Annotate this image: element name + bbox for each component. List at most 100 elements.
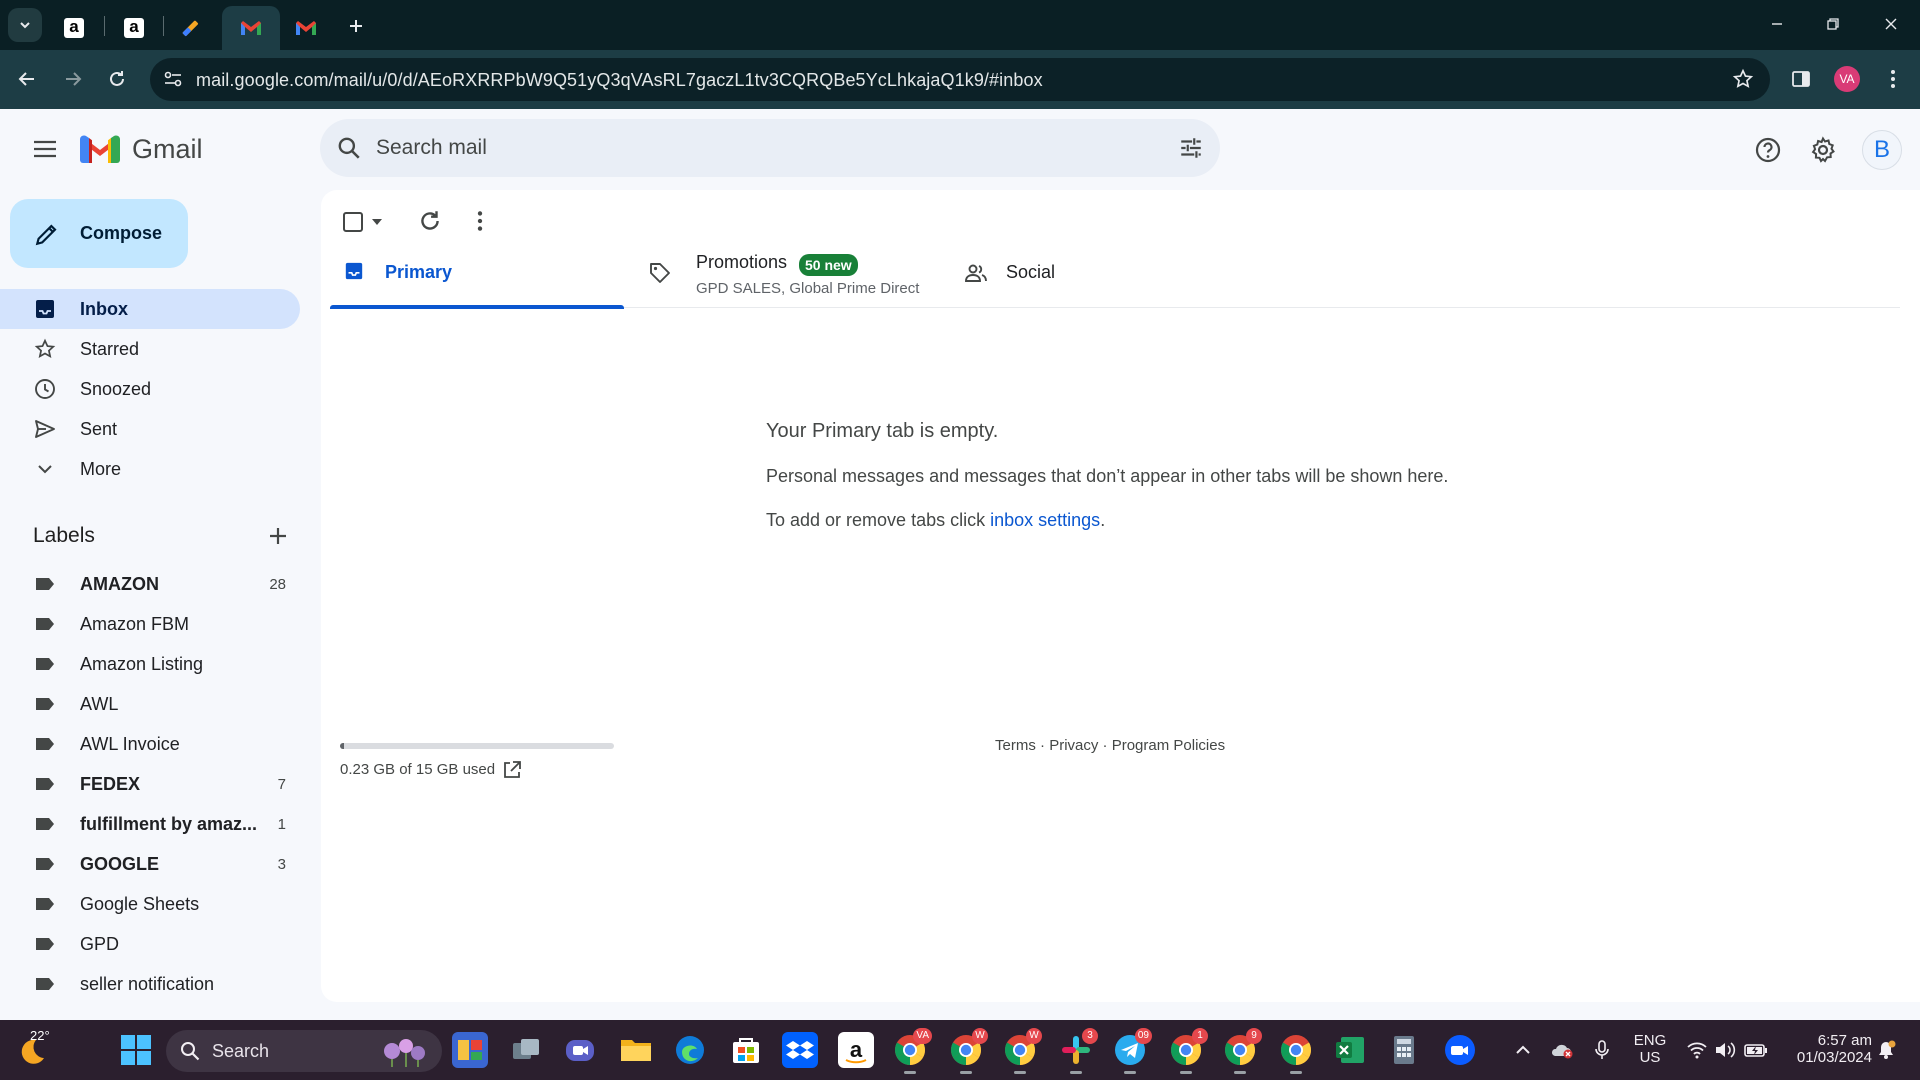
gmail-logo-icon[interactable] (80, 133, 120, 163)
bookmark-star-icon[interactable] (1732, 68, 1754, 90)
label-item[interactable]: AWL Invoice (0, 724, 300, 764)
gmail-wordmark[interactable]: Gmail (132, 134, 203, 165)
taskbar-teams-chat[interactable] (562, 1032, 598, 1068)
forward-button[interactable] (56, 62, 90, 96)
windows-taskbar: 22° Search a VA W W 3 09 1 9 ENG US 6:57 am 01… (0, 1020, 1920, 1080)
label-unread-count: 3 (277, 856, 286, 873)
main-menu-button[interactable] (26, 130, 64, 168)
close-window-button[interactable] (1866, 6, 1916, 42)
weather-temperature: 22° (30, 1028, 50, 1043)
settings-button[interactable] (1803, 130, 1843, 170)
tab-amazon-2[interactable]: a (108, 6, 160, 50)
label-item[interactable]: Amazon FBM (0, 604, 300, 644)
taskbar-edge[interactable] (672, 1032, 708, 1068)
privacy-link[interactable]: Privacy (1049, 737, 1098, 754)
taskbar-dropbox[interactable] (782, 1032, 818, 1068)
external-link-icon[interactable] (502, 760, 522, 780)
browser-menu-button[interactable] (1876, 62, 1910, 96)
taskbar-task-view[interactable] (508, 1032, 544, 1068)
app-notification-badge: W (972, 1028, 988, 1044)
label-item[interactable]: FEDEX 7 (0, 764, 300, 804)
nav-item-label: Inbox (80, 298, 128, 319)
input-language[interactable]: ENG US (1630, 1032, 1670, 1066)
side-panel-button[interactable] (1784, 62, 1818, 96)
label-unread-count: 1 (277, 816, 286, 833)
taskbar-store[interactable] (728, 1032, 764, 1068)
search-input[interactable] (374, 129, 1134, 167)
nav-item-more[interactable]: More (0, 449, 300, 489)
taskbar-file-explorer[interactable] (618, 1032, 654, 1068)
footer-separator: · (1035, 737, 1050, 754)
label-item[interactable]: AMAZON 28 (0, 564, 300, 604)
label-tag-icon (36, 938, 54, 950)
label-item[interactable]: Google Sheets (0, 884, 300, 924)
start-button[interactable] (116, 1030, 156, 1070)
tab-social-label: Social (1006, 262, 1056, 282)
taskbar-chrome-profile-4[interactable]: 1 (1168, 1028, 1208, 1074)
battery-charging-icon[interactable] (1744, 1042, 1768, 1058)
minimize-button[interactable] (1752, 6, 1802, 42)
taskbar-clock[interactable]: 6:57 am 01/03/2024 (1782, 1032, 1872, 1066)
taskbar-telegram[interactable]: 09 (1112, 1028, 1152, 1074)
taskbar-chrome-profile-2[interactable]: W (948, 1028, 988, 1074)
nav-item-starred[interactable]: Starred (0, 329, 300, 369)
taskbar-chrome-profile-5[interactable]: 9 (1222, 1028, 1262, 1074)
notification-bell-icon[interactable] (1876, 1040, 1896, 1060)
tab-amazon-1[interactable]: a (48, 6, 100, 50)
tab-social[interactable]: Social (944, 228, 1238, 308)
taskbar-app-widgets[interactable] (452, 1032, 488, 1068)
program-policies-link[interactable]: Program Policies (1112, 737, 1225, 754)
tab-primary[interactable]: Primary (330, 228, 624, 309)
label-item[interactable]: AWL (0, 684, 300, 724)
create-label-button[interactable] (264, 522, 292, 550)
taskbar-zoom[interactable] (1442, 1032, 1478, 1068)
tab-gmail-2[interactable] (280, 6, 332, 50)
label-item[interactable]: GPD (0, 924, 300, 964)
running-indicator (1180, 1071, 1192, 1074)
tab-gmail-active[interactable] (222, 6, 280, 50)
label-item[interactable]: Amazon Listing (0, 644, 300, 684)
terms-link[interactable]: Terms (995, 737, 1036, 754)
chevron-up-icon[interactable] (1514, 1041, 1532, 1059)
tab-zapier[interactable] (164, 6, 216, 50)
search-options-icon[interactable] (1178, 135, 1204, 161)
nav-item-inbox[interactable]: Inbox (0, 289, 300, 329)
chrome-icon (1280, 1035, 1312, 1065)
taskbar-excel[interactable] (1332, 1032, 1368, 1068)
onedrive-offline-icon[interactable] (1550, 1040, 1574, 1060)
inbox-settings-link[interactable]: inbox settings (990, 510, 1100, 530)
nav-item-sent[interactable]: Sent (0, 409, 300, 449)
compose-button[interactable]: Compose (10, 199, 188, 268)
microphone-icon[interactable] (1594, 1039, 1610, 1061)
search-bar[interactable] (320, 119, 1220, 177)
taskbar-chrome-profile-6[interactable] (1278, 1032, 1314, 1074)
wifi-icon[interactable] (1686, 1041, 1708, 1059)
taskbar-search[interactable]: Search (166, 1030, 442, 1072)
label-item[interactable]: GOOGLE 3 (0, 844, 300, 884)
browser-profile-avatar[interactable]: VA (1834, 66, 1860, 92)
search-icon[interactable] (336, 135, 362, 161)
account-avatar[interactable]: B (1862, 130, 1902, 170)
label-item[interactable]: seller notification (0, 964, 300, 1004)
new-tab-button[interactable] (340, 10, 372, 42)
nav-item-snoozed[interactable]: Snoozed (0, 369, 300, 409)
taskbar-chrome-profile-3[interactable]: W (1002, 1028, 1042, 1074)
reload-icon (110, 71, 124, 86)
reload-button[interactable] (100, 62, 134, 96)
taskbar-calculator[interactable] (1386, 1032, 1422, 1068)
label-item[interactable]: fulfillment by amaz... 1 (0, 804, 300, 844)
taskbar-slack[interactable]: 3 (1058, 1028, 1098, 1074)
site-settings-icon[interactable] (162, 68, 184, 90)
caret-down-icon[interactable] (371, 216, 383, 228)
zoom-icon (1445, 1035, 1475, 1065)
restore-button[interactable] (1808, 6, 1858, 42)
tab-promotions[interactable]: Promotions 50 new GPD SALES, Global Prim… (624, 228, 944, 308)
back-button[interactable] (10, 62, 44, 96)
taskbar-amazon-app[interactable]: a (838, 1032, 874, 1068)
weather-widget[interactable]: 22° (14, 1028, 54, 1070)
tab-search-dropdown[interactable] (8, 8, 42, 42)
volume-icon[interactable] (1714, 1041, 1736, 1059)
support-button[interactable] (1748, 130, 1788, 170)
taskbar-chrome-profile-1[interactable]: VA (892, 1028, 932, 1074)
address-bar[interactable]: mail.google.com/mail/u/0/d/AEoRXRRPbW9Q5… (150, 58, 1770, 101)
